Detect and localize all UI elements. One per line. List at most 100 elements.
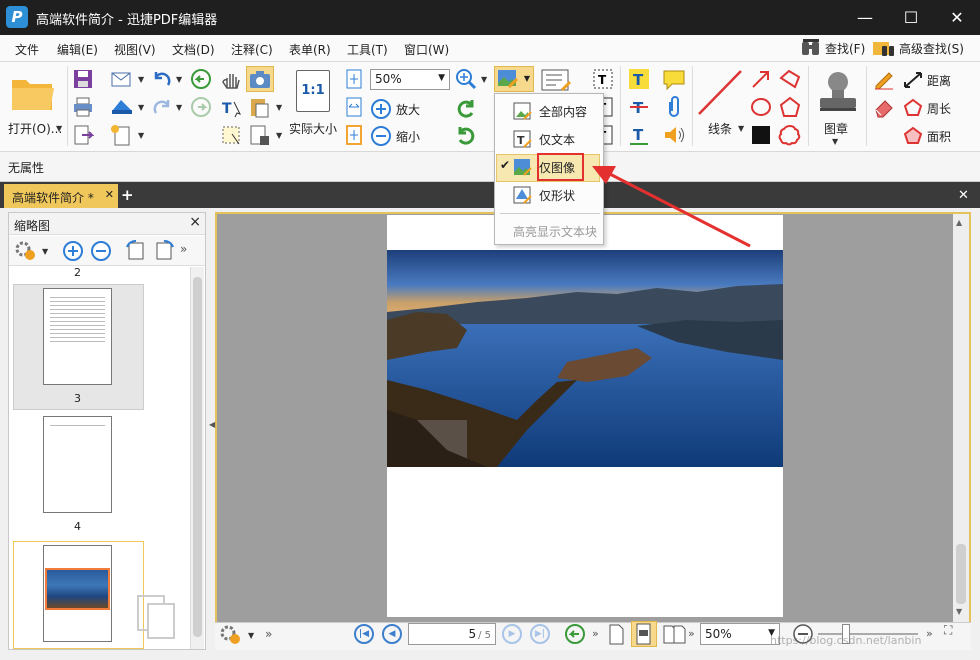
- menu-window[interactable]: 窗口(W): [404, 41, 449, 58]
- edit-form-icon[interactable]: [540, 68, 576, 94]
- layout-chevron[interactable]: »: [688, 627, 695, 640]
- edit-content-button[interactable]: ▼: [494, 66, 534, 92]
- stamp-dropdown-arrow[interactable]: ▼: [832, 137, 838, 146]
- close-button[interactable]: ✕: [934, 0, 980, 35]
- distance-tool[interactable]: 距离: [902, 70, 951, 90]
- fullscreen-button[interactable]: ⛶: [944, 623, 964, 645]
- first-page-button[interactable]: |◀: [354, 624, 374, 644]
- polyline-tool-icon[interactable]: [778, 68, 802, 90]
- status-gear-dropdown-arrow[interactable]: ▼: [248, 631, 254, 640]
- cloud-tool-icon[interactable]: [778, 124, 802, 146]
- redo-dropdown-arrow[interactable]: ▼: [176, 103, 182, 112]
- zoom-select[interactable]: 50% ▼: [370, 69, 450, 90]
- magnifier-icon[interactable]: [455, 68, 477, 90]
- sound-icon[interactable]: [662, 124, 686, 146]
- strikeout-text-icon[interactable]: T: [628, 96, 650, 118]
- line-tool-icon[interactable]: [696, 68, 744, 118]
- paste-dropdown-arrow[interactable]: ▼: [276, 103, 282, 112]
- rotate-ccw-90-icon[interactable]: [124, 239, 148, 263]
- undo-icon[interactable]: [150, 68, 174, 90]
- thumbnail-page-4[interactable]: [43, 416, 112, 513]
- email-dropdown-arrow[interactable]: ▼: [138, 75, 144, 84]
- doc-tools-dropdown-arrow[interactable]: ▼: [276, 131, 282, 140]
- redo-icon[interactable]: [150, 96, 174, 118]
- ellipse-tool-icon[interactable]: [750, 96, 772, 118]
- select-area-icon[interactable]: [220, 124, 244, 146]
- note-icon[interactable]: [662, 68, 686, 90]
- back-icon[interactable]: [190, 68, 212, 90]
- settings-dropdown-arrow[interactable]: ▼: [42, 247, 48, 256]
- scroll-down-arrow[interactable]: ▼: [956, 607, 966, 617]
- actual-size-button[interactable]: 1:1: [296, 70, 330, 112]
- last-page-button[interactable]: ▶|: [530, 624, 550, 644]
- close-all-tabs-button[interactable]: ✕: [958, 188, 969, 203]
- thumbnail-scrollbar[interactable]: [190, 267, 204, 649]
- pencil-icon[interactable]: [872, 68, 896, 90]
- zoom-chevron[interactable]: »: [926, 627, 933, 640]
- perimeter-tool[interactable]: 周长: [902, 98, 951, 118]
- dropdown-item-shape-only[interactable]: 仅形状: [494, 182, 602, 208]
- fit-visible-icon[interactable]: [344, 124, 364, 146]
- select-text-icon[interactable]: T: [220, 96, 244, 118]
- highlight-text-icon[interactable]: T: [628, 68, 650, 90]
- thumbnail-close-button[interactable]: ×: [189, 214, 201, 230]
- text-box-icon[interactable]: T: [592, 68, 614, 90]
- zoom-in-button[interactable]: 放大: [370, 98, 420, 120]
- email-icon[interactable]: [110, 68, 134, 90]
- new-document-icon[interactable]: [110, 124, 134, 146]
- advanced-search-button[interactable]: 高级查找(S): [872, 37, 964, 59]
- menu-edit[interactable]: 编辑(E): [57, 41, 98, 58]
- line-dropdown-arrow[interactable]: ▼: [738, 124, 744, 133]
- zoom-out-button[interactable]: 缩小: [370, 125, 420, 147]
- paste-icon[interactable]: [248, 96, 272, 118]
- add-tab-button[interactable]: +: [121, 186, 134, 204]
- status-more-chevron[interactable]: »: [265, 627, 272, 641]
- document-tools-icon[interactable]: [248, 124, 272, 146]
- menu-form[interactable]: 表单(R): [289, 41, 331, 58]
- polygon-tool-icon[interactable]: [778, 96, 802, 118]
- tab-document[interactable]: 高端软件简介 * ✕: [4, 184, 118, 208]
- rectangle-tool-icon[interactable]: [750, 124, 772, 146]
- scroll-thumb[interactable]: [956, 544, 966, 604]
- snapshot-button[interactable]: [246, 66, 274, 92]
- hand-tool-icon[interactable]: [220, 68, 244, 90]
- thumb-zoom-out-icon[interactable]: [90, 240, 112, 262]
- dropdown-item-all-content[interactable]: 全部内容: [494, 98, 602, 124]
- stamp-label[interactable]: 图章: [824, 120, 848, 137]
- history-back-icon[interactable]: [564, 623, 586, 645]
- undo-dropdown-arrow[interactable]: ▼: [176, 75, 182, 84]
- previous-page-button[interactable]: ◀: [382, 624, 402, 644]
- magnifier-dropdown-arrow[interactable]: ▼: [481, 75, 487, 84]
- area-tool[interactable]: 面积: [902, 126, 951, 146]
- underline-text-icon[interactable]: T: [628, 124, 650, 146]
- menu-tools[interactable]: 工具(T): [347, 41, 388, 58]
- history-chevron[interactable]: »: [592, 627, 599, 640]
- lake-landscape-image[interactable]: [387, 250, 783, 467]
- menu-file[interactable]: 文件: [15, 41, 39, 58]
- continuous-page-button[interactable]: [631, 621, 657, 647]
- scan-dropdown-arrow[interactable]: ▼: [138, 103, 144, 112]
- status-gear-icon[interactable]: [219, 624, 243, 646]
- print-icon[interactable]: [72, 96, 94, 118]
- thumb-more-chevron[interactable]: »: [180, 242, 187, 256]
- settings-gear-icon[interactable]: [14, 240, 38, 262]
- eraser-icon[interactable]: [872, 96, 896, 118]
- attachment-icon[interactable]: [662, 96, 686, 118]
- thumb-zoom-in-icon[interactable]: [62, 240, 84, 262]
- export-icon[interactable]: [72, 124, 94, 146]
- open-dropdown-arrow[interactable]: ▼: [56, 124, 62, 133]
- scan-icon[interactable]: [110, 96, 134, 118]
- open-button[interactable]: [10, 72, 56, 115]
- page-number-input[interactable]: 5/ 5: [408, 623, 496, 645]
- minimize-button[interactable]: —: [842, 0, 888, 35]
- search-button[interactable]: 查找(F): [800, 37, 865, 59]
- open-label[interactable]: 打开(O)...: [8, 120, 62, 137]
- next-page-button[interactable]: ▶: [502, 624, 522, 644]
- maximize-button[interactable]: ☐: [888, 0, 934, 35]
- menu-view[interactable]: 视图(V): [114, 41, 156, 58]
- rotate-left-icon[interactable]: [455, 98, 477, 120]
- fit-width-icon[interactable]: [344, 96, 364, 118]
- scroll-up-arrow[interactable]: ▲: [956, 218, 966, 228]
- facing-pages-icon[interactable]: [662, 623, 686, 645]
- menu-comment[interactable]: 注释(C): [231, 41, 273, 58]
